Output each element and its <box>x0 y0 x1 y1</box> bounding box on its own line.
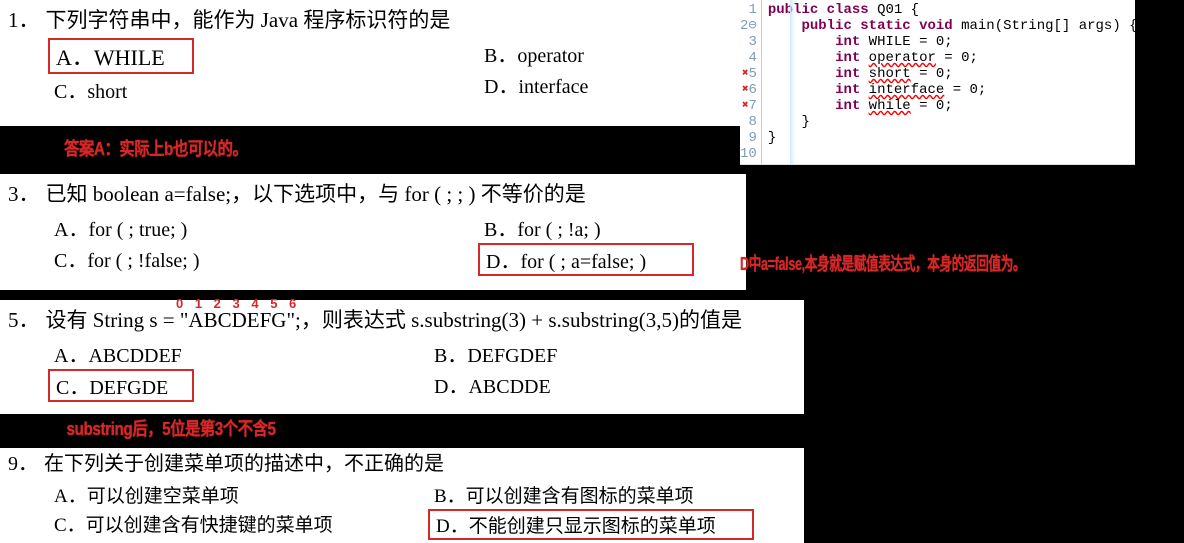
question-9: 9． 在下列关于创建菜单项的描述中，不正确的是 A．可以创建空菜单项 C．可以创… <box>0 448 804 543</box>
code-lines: public class Q01 { public static void ma… <box>762 0 1138 164</box>
q1-option-c: C．short <box>48 74 478 105</box>
q5-option-a: A．ABCDDEF <box>48 338 428 369</box>
code-editor: 12⊖345678910 public class Q01 { public s… <box>740 0 1135 165</box>
q1-text: 下列字符串中，能作为 Java 程序标识符的是 <box>46 4 451 38</box>
q9-number: 9． <box>8 448 38 480</box>
question-3: 3． 已知 boolean a=false;，以下选项中，与 for ( ; ;… <box>0 174 746 290</box>
question-1: 1． 下列字符串中，能作为 Java 程序标识符的是 A．WHILE C．sho… <box>0 0 746 126</box>
q5-overlay-digits: 0 1 2 3 4 5 6 <box>176 294 300 315</box>
q5-option-c: C．DEFGDE <box>48 369 194 402</box>
q9-option-c: C．可以创建含有快捷键的菜单项 <box>48 509 428 538</box>
q3-option-d: D．for ( ; a=false; ) <box>478 243 694 276</box>
question-5: 5． 设有 String s = "ABCDEFG";，则表达式 s.subst… <box>0 300 804 414</box>
q5-note: substring后，5位是第3个不含5 <box>66 415 275 441</box>
q5-text: 设有 String s = "ABCDEFG";，则表达式 s.substrin… <box>46 304 743 338</box>
q9-option-a: A．可以创建空菜单项 <box>48 480 428 509</box>
q3-option-b: B．for ( ; !a; ) <box>478 212 694 243</box>
code-gutter: 12⊖345678910 <box>740 0 762 164</box>
q5-number: 5． <box>8 304 40 338</box>
q5-option-d: D．ABCDDE <box>428 369 563 400</box>
q3-text: 已知 boolean a=false;，以下选项中，与 for ( ; ; ) … <box>46 178 586 212</box>
q1-option-a: A．WHILE <box>48 38 194 74</box>
q9-option-d: D．不能创建只显示图标的菜单项 <box>428 509 754 540</box>
q3-option-a: A．for ( ; true; ) <box>48 212 478 243</box>
q1-option-b: B．operator <box>478 38 594 69</box>
q9-option-b: B．可以创建含有图标的菜单项 <box>428 480 754 509</box>
q1-note: 答案A：实际上b也可以的。 <box>64 135 247 161</box>
q5-option-b: B．DEFGDEF <box>428 338 563 369</box>
code-ruler <box>790 0 795 164</box>
q9-text: 在下列关于创建菜单项的描述中，不正确的是 <box>44 448 444 480</box>
q3-number: 3． <box>8 178 40 212</box>
q3-note: D中a=false,本身就是赋值表达式，本身的返回值为。 <box>740 250 1048 276</box>
q3-option-c: C．for ( ; !false; ) <box>48 243 478 274</box>
q1-number: 1． <box>8 4 40 38</box>
q1-option-d: D．interface <box>478 69 594 100</box>
